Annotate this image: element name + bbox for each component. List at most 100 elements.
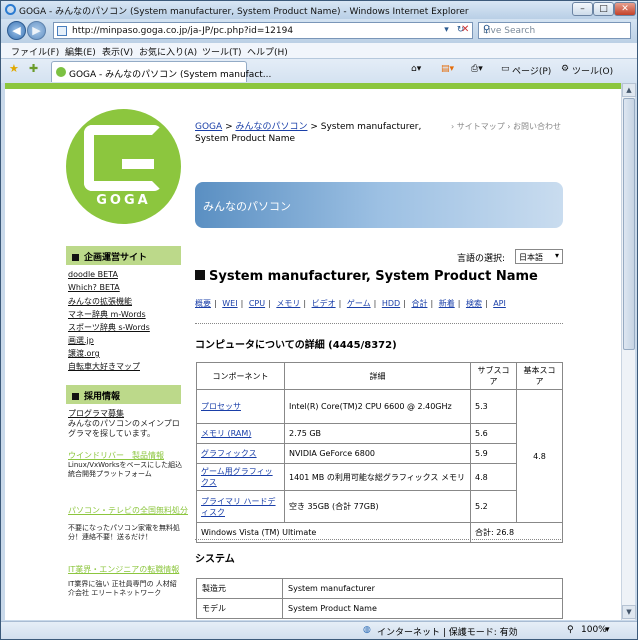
menu-file[interactable]: ファイル(F) <box>11 45 59 58</box>
tab-active[interactable]: GOGA - みんなのパソコン (System manufact... <box>51 61 271 82</box>
tools-menu[interactable]: ツール(O) <box>572 64 613 77</box>
menu-tools[interactable]: ツール(T) <box>202 45 242 58</box>
page-top-bar <box>5 83 621 89</box>
window-title: GOGA - みんなのパソコン (System manufacturer, Sy… <box>19 7 469 17</box>
home-icon[interactable]: ⌂▾ <box>411 64 421 74</box>
component-link[interactable]: グラフィックス <box>201 449 257 458</box>
stop-icon[interactable]: ✕ <box>461 24 469 35</box>
vertical-scrollbar[interactable]: ▲ ▼ <box>621 83 636 620</box>
page-viewport: GOGA 企画運営サイト doodle BETA Which? BETA みんな… <box>5 83 621 620</box>
table-header-row: コンポーネント 詳細 サブスコア 基本スコア <box>196 362 563 390</box>
back-button[interactable]: ◀ <box>7 21 26 40</box>
table-row: ゲーム用グラフィックス 1401 MB の利用可能な総グラフィックス メモリ 4… <box>196 463 563 491</box>
component-link[interactable]: プライマリ ハードディスク <box>201 497 276 517</box>
security-zone: インターネット | 保護モード: 有効 <box>377 628 518 638</box>
sidebar-link-bicycle[interactable]: 自転車大好きマップ <box>68 361 140 372</box>
ad-note-disposal: 不要になったパソコン家電を無料処分！連絡不要！送るだけ！ <box>68 524 180 541</box>
breadcrumb: GOGA > みんなのパソコン > System manufacturer, S… <box>195 122 422 144</box>
ad-link-windriver[interactable]: ウインドリバー 製品情報 <box>68 450 164 461</box>
component-link[interactable]: メモリ (RAM) <box>201 429 251 438</box>
ad-link-it-jobs[interactable]: IT業界・エンジニアの転職情報 <box>68 564 179 575</box>
nav-tab-cpu[interactable]: CPU <box>249 299 265 308</box>
nav-tab-overview[interactable]: 概要 <box>195 299 211 308</box>
minimize-button[interactable]: – <box>572 2 593 16</box>
scroll-down-arrow-icon[interactable]: ▼ <box>622 605 636 619</box>
table-row: メモリ (RAM) 2.75 GB 5.6 <box>196 423 563 444</box>
menu-edit[interactable]: 編集(E) <box>65 45 96 58</box>
table-row: 製造元 System manufacturer <box>196 578 563 599</box>
subscore: 4.8 <box>470 463 517 491</box>
sidebar-link-programmer[interactable]: プログラマ募集 <box>68 408 124 419</box>
language-select[interactable]: 日本語 <box>515 249 563 264</box>
close-button[interactable]: ✕ <box>614 2 636 16</box>
component-detail: 2.75 GB <box>284 423 471 444</box>
contact-link[interactable]: お問い合わせ <box>513 122 561 131</box>
component-detail: 1401 MB の利用可能な総グラフィックス メモリ <box>284 463 471 491</box>
logo-text: GOGA <box>96 193 151 208</box>
sidebar-link-s-words[interactable]: スポーツ辞典 s-Words <box>68 322 150 333</box>
feeds-icon[interactable]: ▤▾ <box>441 64 454 74</box>
nav-tab-wei[interactable]: WEI <box>222 299 237 308</box>
nav-tab-memory[interactable]: メモリ <box>276 299 300 308</box>
menu-view[interactable]: 表示(V) <box>102 45 133 58</box>
divider <box>195 323 563 324</box>
menu-favorites[interactable]: お気に入り(A) <box>139 45 197 58</box>
search-input[interactable]: Live Search ⚲ <box>478 22 631 39</box>
system-table: 製造元 System manufacturer モデル System Produ… <box>196 578 563 619</box>
zoom-dropdown-icon[interactable]: ▾ <box>605 625 610 635</box>
nav-tab-total[interactable]: 合計 <box>411 299 427 308</box>
col-header: コンポーネント <box>196 362 285 390</box>
tools-gear-icon: ⚙ <box>561 64 570 74</box>
nav-tab-game[interactable]: ゲーム <box>347 299 371 308</box>
nav-tab-search[interactable]: 検索 <box>466 299 482 308</box>
sidebar-link-doodle[interactable]: doodle BETA <box>68 270 118 279</box>
zoom-level[interactable]: 100% <box>581 625 607 635</box>
nav-tab-api[interactable]: API <box>493 299 506 308</box>
component-link[interactable]: プロセッサ <box>201 402 241 411</box>
ad-note-windriver: Linux/VxWorksをベースにした組込統合開発プラットフォーム <box>68 461 183 478</box>
goga-logo[interactable]: GOGA <box>66 109 181 224</box>
ad-link-disposal[interactable]: パソコン・テレビの全国無料処分 <box>68 505 188 516</box>
add-favorites-icon[interactable]: ✚ <box>29 62 38 75</box>
print-icon[interactable]: ⎙▾ <box>471 64 483 74</box>
page-menu[interactable]: ページ(P) <box>512 64 551 77</box>
favorites-star-icon[interactable]: ★ <box>9 62 19 75</box>
dropdown-icon[interactable]: ▾ <box>440 24 453 37</box>
nav-tab-hdd[interactable]: HDD <box>382 299 400 308</box>
system-label: 製造元 <box>196 578 283 599</box>
sidebar-link-which[interactable]: Which? BETA <box>68 283 120 292</box>
scrollbar-thumb[interactable] <box>623 98 635 350</box>
language-selected: 日本語 <box>519 253 543 262</box>
nav-tab-new[interactable]: 新着 <box>439 299 455 308</box>
system-value: System manufacturer <box>282 578 563 599</box>
scroll-up-arrow-icon[interactable]: ▲ <box>622 83 636 97</box>
breadcrumb-home[interactable]: GOGA <box>195 122 222 132</box>
forward-button[interactable]: ▶ <box>27 21 46 40</box>
page-nav-tabs: 概要 | WEI | CPU | メモリ | ビデオ | ゲーム | HDD | 合計 | 新着… <box>195 299 506 308</box>
breadcrumb-current: System manufacturer, System Product Name <box>195 122 422 144</box>
nav-tab-video[interactable]: ビデオ <box>312 299 336 308</box>
sidebar-link-m-words[interactable]: マネー辞典 m-Words <box>68 309 146 320</box>
base-score: 4.8 <box>516 389 563 523</box>
sidebar-link-extensions[interactable]: みんなの拡張機能 <box>68 296 132 307</box>
search-icon[interactable]: ⚲ <box>483 24 626 35</box>
maximize-button[interactable]: □ <box>593 2 614 16</box>
table-row: モデル System Product Name <box>196 598 563 619</box>
sitemap-link[interactable]: サイトマップ <box>457 122 505 131</box>
breadcrumb-site[interactable]: みんなのパソコン <box>235 122 307 132</box>
site-banner: みんなのパソコン <box>195 182 563 228</box>
col-header: サブスコア <box>470 362 517 390</box>
subscore: 5.3 <box>470 389 517 424</box>
sidebar-link-gasen[interactable]: 画選.jp <box>68 335 94 346</box>
sidebar-link-joto[interactable]: 譲渡.org <box>68 348 100 359</box>
page-title: System manufacturer, System Product Name <box>195 269 538 284</box>
address-field[interactable]: http://minpaso.goga.co.jp/ja-JP/pc.php?i… <box>53 22 473 39</box>
title-bar: GOGA - みんなのパソコン (System manufacturer, Sy… <box>1 1 637 19</box>
component-detail: 空き 35GB (合計 77GB) <box>284 490 471 523</box>
language-label: 言語の選択: <box>457 254 506 264</box>
menu-help[interactable]: ヘルプ(H) <box>247 45 288 58</box>
logo-g-shape <box>84 125 162 191</box>
logo-g-bar <box>122 159 154 169</box>
component-link[interactable]: ゲーム用グラフィックス <box>201 467 273 487</box>
zoom-icon: ⚲ <box>567 625 574 635</box>
